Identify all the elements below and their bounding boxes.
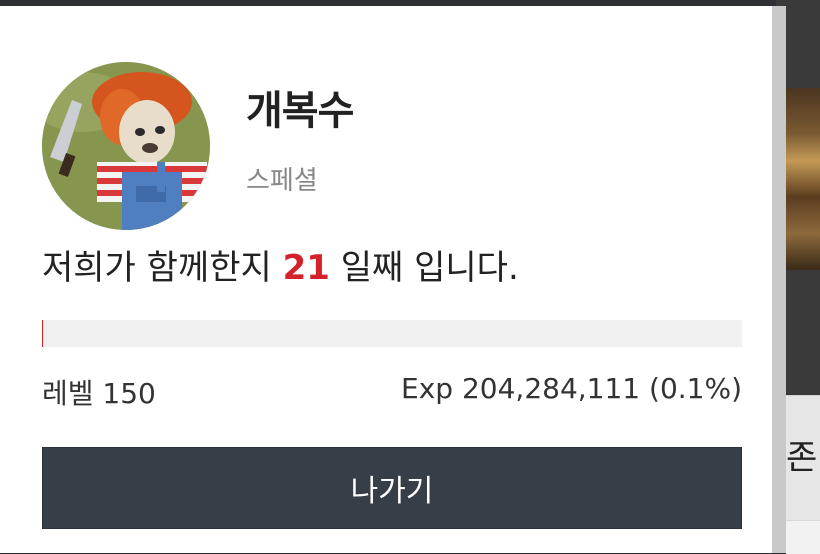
exit-button[interactable]: 나가기 (42, 447, 742, 529)
background-partial-text: 존 (786, 438, 818, 478)
exp-progress-fill (42, 320, 43, 347)
exp-label: Exp 204,284,111 (0.1%) (401, 372, 742, 405)
member-grade: 스페셜 (246, 166, 318, 196)
days-together-prefix: 저희가 함께한지 (42, 248, 272, 288)
profile-popup: 개복수 스페셜 저희가 함께한지 21 일째 입니다. 레벨 150 Exp 2… (0, 6, 772, 553)
days-together-text: 저희가 함께한지 21 일째 입니다. (42, 240, 519, 289)
days-count: 21 (282, 248, 330, 288)
level-label: 레벨 150 (42, 377, 156, 410)
background-image (786, 88, 820, 270)
avatar (42, 62, 210, 230)
panel-scrollbar[interactable] (772, 6, 786, 553)
profile-name: 개복수 (246, 88, 354, 134)
background-section-lower (786, 520, 820, 554)
days-together-suffix: 일째 입니다. (340, 248, 519, 288)
exp-progress-bar (42, 320, 742, 347)
dog-costume-image (42, 62, 210, 230)
